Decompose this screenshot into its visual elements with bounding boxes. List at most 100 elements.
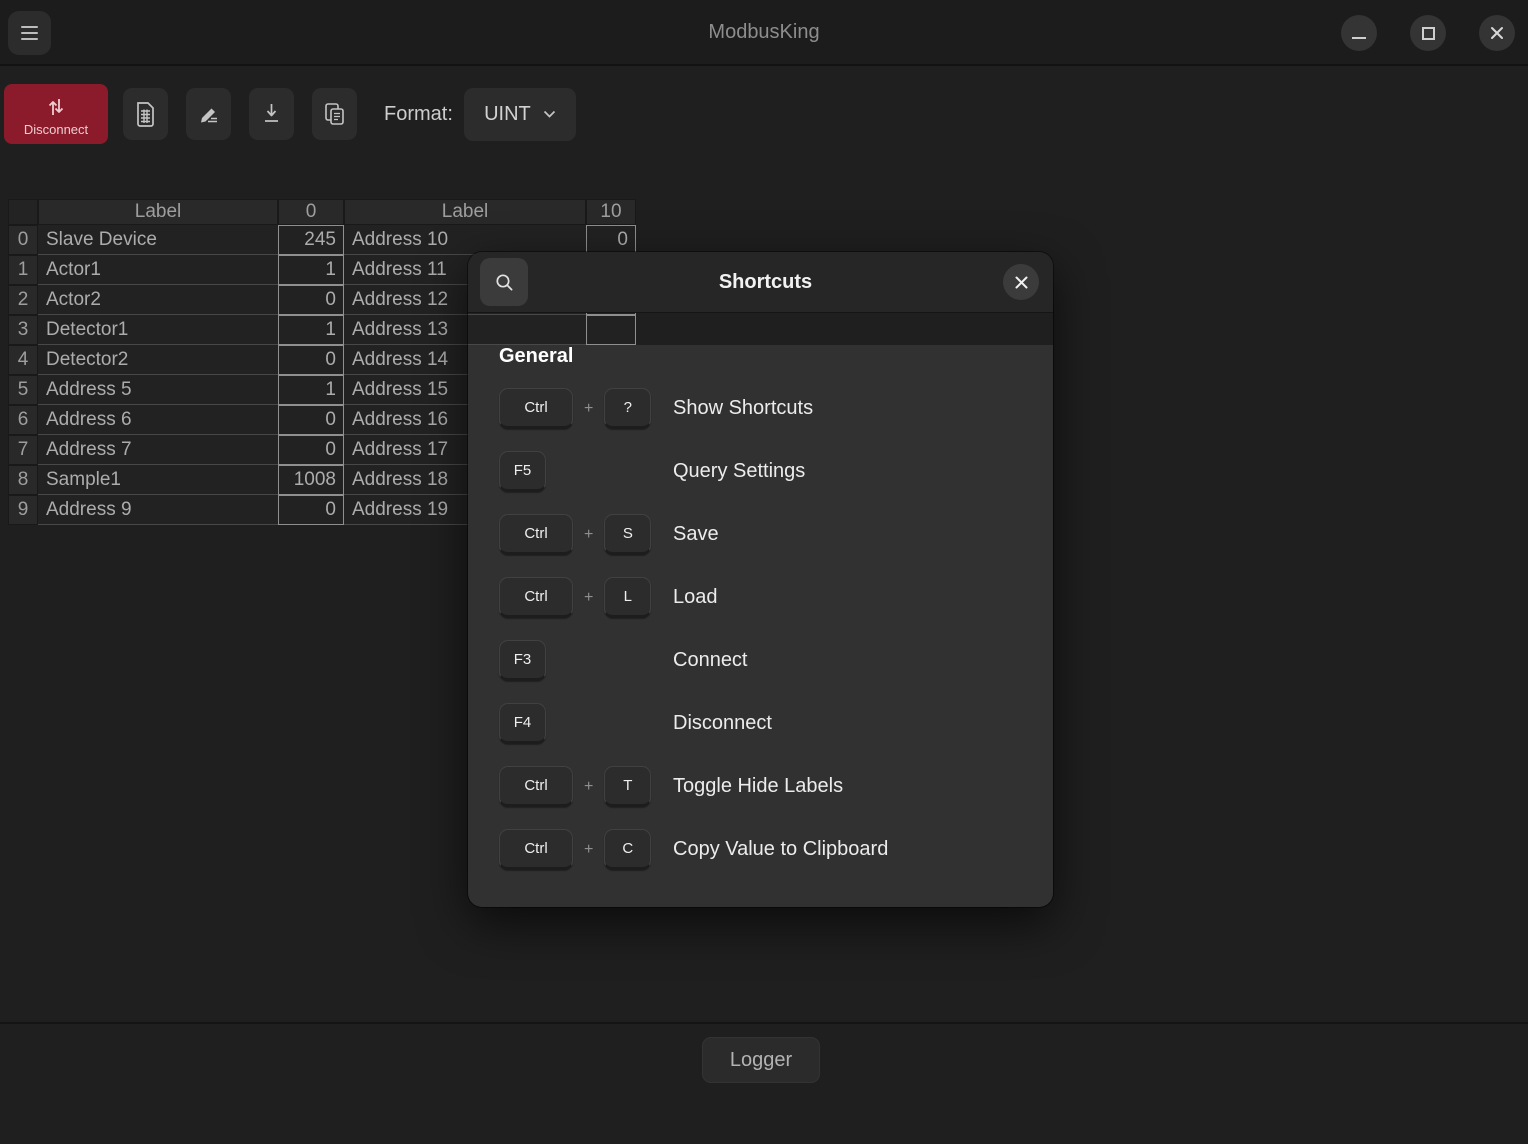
table-row-number[interactable]: 4	[8, 345, 38, 375]
table-row-number[interactable]: 0	[8, 225, 38, 255]
keycap: F5	[499, 451, 546, 492]
keycap: C	[604, 829, 651, 870]
shortcut-list: Ctrl+?Show ShortcutsF5Query SettingsCtrl…	[468, 377, 1053, 881]
shortcut-keys: Ctrl+?	[499, 388, 673, 429]
table-row-number[interactable]: 1	[8, 255, 38, 285]
table-cell-value[interactable]: 0	[278, 285, 344, 315]
menu-button[interactable]	[8, 11, 51, 55]
table-row-number[interactable]: 2	[8, 285, 38, 315]
table-cell-value[interactable]: 0	[586, 225, 636, 255]
shortcut-row: F3 Connect	[468, 629, 1053, 692]
table-cell-label[interactable]: Sample1	[38, 465, 278, 495]
table-cell-label[interactable]: Actor2	[38, 285, 278, 315]
keycap: ?	[604, 388, 651, 429]
table-cell-label[interactable]: Address 7	[38, 435, 278, 465]
shortcut-description: Connect	[673, 649, 748, 672]
shortcuts-dialog: Shortcuts General Ctrl+?Show ShortcutsF5…	[468, 252, 1053, 907]
keycap: Ctrl	[499, 766, 573, 807]
table-cell-value[interactable]: 0	[278, 345, 344, 375]
table-cell-value[interactable]: 1	[278, 315, 344, 345]
close-icon	[1014, 275, 1029, 290]
shortcut-keys: F5	[499, 451, 673, 492]
maximize-button[interactable]	[1410, 15, 1446, 51]
table-row-number[interactable]: 5	[8, 375, 38, 405]
table-cell-value[interactable]: 245	[278, 225, 344, 255]
table-cell-label[interactable]: Address 6	[38, 405, 278, 435]
plus-separator: +	[584, 400, 593, 418]
table-cell-value[interactable]: 0	[278, 435, 344, 465]
table-cell-label[interactable]: Address 9	[38, 495, 278, 525]
disconnect-button[interactable]: Disconnect	[4, 84, 108, 144]
search-button[interactable]	[480, 258, 528, 306]
table-row-number[interactable]: 9	[8, 495, 38, 525]
bottom-divider	[0, 1022, 1528, 1024]
table-row-number[interactable]: 3	[8, 315, 38, 345]
keycap: F4	[499, 703, 546, 744]
table-corner-header[interactable]	[8, 199, 38, 225]
table-column-header[interactable]: 0	[278, 199, 344, 225]
close-button[interactable]	[1479, 15, 1515, 51]
table-cell-value[interactable]: 0	[278, 495, 344, 525]
window-controls	[1341, 15, 1515, 51]
shortcut-keys: Ctrl+S	[499, 514, 673, 555]
table-cell-value[interactable]: 1	[278, 255, 344, 285]
query-settings-button[interactable]	[123, 88, 168, 140]
close-icon	[1489, 25, 1505, 41]
keycap: F3	[499, 640, 546, 681]
shortcut-description: Show Shortcuts	[673, 397, 813, 420]
table-cell-label[interactable]: Slave Device	[38, 225, 278, 255]
table-cell-label[interactable]: Detector1	[38, 315, 278, 345]
app-window: ModbusKing Disconnect	[0, 0, 1528, 1144]
chevron-down-icon	[543, 110, 556, 118]
pencil-icon	[196, 102, 221, 127]
table-cell-value[interactable]: 0	[278, 405, 344, 435]
format-label: Format:	[384, 103, 453, 126]
shortcut-row: F4 Disconnect	[468, 692, 1053, 755]
toolbar: Disconnect	[4, 84, 576, 144]
table-cell-label[interactable]: Actor1	[38, 255, 278, 285]
shortcut-keys: Ctrl+T	[499, 766, 673, 807]
shortcut-row: Ctrl+LLoad	[468, 566, 1053, 629]
shortcut-description: Load	[673, 586, 718, 609]
shortcut-row: F5Query Settings	[468, 440, 1053, 503]
shortcut-row: Ctrl+?Show Shortcuts	[468, 377, 1053, 440]
table-row-number[interactable]: 8	[8, 465, 38, 495]
keycap: Ctrl	[499, 829, 573, 870]
copy-button[interactable]	[312, 88, 357, 140]
table-column-header[interactable]: Label	[38, 199, 278, 225]
table-row-number[interactable]: 7	[8, 435, 38, 465]
minimize-icon	[1352, 37, 1366, 39]
table-cell-value[interactable]: 1	[278, 375, 344, 405]
download-icon	[260, 101, 283, 127]
shortcut-description: Disconnect	[673, 712, 772, 735]
plus-separator: +	[584, 778, 593, 796]
hamburger-icon	[21, 26, 38, 40]
table-column-header[interactable]: 10	[586, 199, 636, 225]
search-icon	[494, 272, 515, 293]
table-column-header[interactable]: Label	[344, 199, 586, 225]
table-cell-label[interactable]: Address 10	[344, 225, 586, 255]
table-cell-label[interactable]: Address 5	[38, 375, 278, 405]
plus-separator: +	[584, 526, 593, 544]
disconnect-label: Disconnect	[24, 122, 88, 137]
minimize-button[interactable]	[1341, 15, 1377, 51]
dialog-close-button[interactable]	[1003, 264, 1039, 300]
table-cell-value[interactable]: 1008	[278, 465, 344, 495]
load-button[interactable]	[249, 88, 294, 140]
shortcut-keys: F4	[499, 703, 673, 744]
keycap: Ctrl	[499, 514, 573, 555]
format-dropdown[interactable]: UINT	[464, 88, 576, 141]
shortcut-description: Toggle Hide Labels	[673, 775, 843, 798]
maximize-icon	[1422, 27, 1435, 40]
keycap: Ctrl	[499, 577, 573, 618]
edit-button[interactable]	[186, 88, 231, 140]
copy-icon	[322, 101, 347, 127]
logger-button[interactable]: Logger	[702, 1037, 820, 1083]
shortcut-keys: F3	[499, 640, 673, 681]
plus-separator: +	[584, 589, 593, 607]
dialog-title: Shortcuts	[528, 271, 1003, 294]
table-row-number[interactable]: 6	[8, 405, 38, 435]
shortcut-row: Ctrl+SSave	[468, 503, 1053, 566]
shortcut-description: Save	[673, 523, 719, 546]
table-cell-label[interactable]: Detector2	[38, 345, 278, 375]
